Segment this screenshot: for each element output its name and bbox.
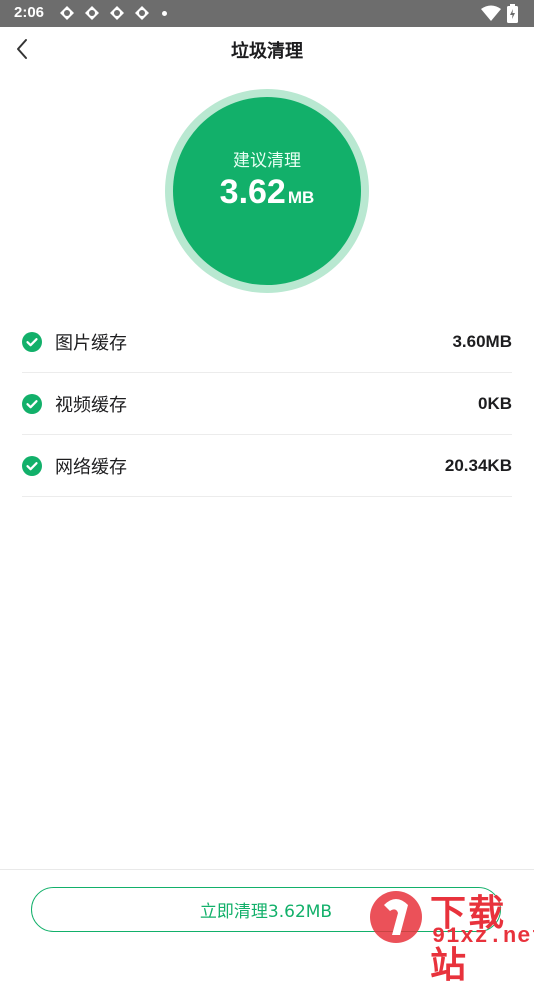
list-item[interactable]: 图片缓存 3.60MB xyxy=(22,311,512,373)
check-circle-icon[interactable] xyxy=(22,455,42,476)
list-item[interactable]: 视频缓存 0KB xyxy=(22,373,512,435)
summary-circle: 建议清理 3.62 MB xyxy=(173,97,361,285)
status-bar: 2:06 xyxy=(0,0,534,27)
more-notifications-dot xyxy=(162,11,167,16)
summary-ring: 建议清理 3.62 MB xyxy=(165,89,369,293)
item-size: 0KB xyxy=(477,393,512,413)
notification-icon xyxy=(85,6,99,20)
junk-amount-value: 3.62 xyxy=(219,173,286,211)
cache-list: 图片缓存 3.60MB 视频缓存 0KB 网络缓存 20.34KB xyxy=(22,311,512,497)
notification-icon xyxy=(60,6,74,20)
item-size: 20.34KB xyxy=(444,455,512,475)
check-circle-icon[interactable] xyxy=(22,331,42,352)
status-time: 2:06 xyxy=(14,4,45,21)
item-label: 视频缓存 xyxy=(55,394,127,416)
check-circle-icon[interactable] xyxy=(22,393,42,414)
item-size: 3.60MB xyxy=(452,331,512,351)
item-label: 图片缓存 xyxy=(55,332,127,354)
list-item[interactable]: 网络缓存 20.34KB xyxy=(22,435,512,497)
junk-amount: 3.62 MB xyxy=(173,173,361,212)
bottom-divider xyxy=(0,869,534,870)
item-label: 网络缓存 xyxy=(55,456,127,478)
notification-icon xyxy=(135,6,149,20)
battery-icon xyxy=(507,4,518,23)
app-header: 垃圾清理 xyxy=(0,27,534,71)
suggest-label: 建议清理 xyxy=(233,151,301,171)
watermark-url: 91xz.net xyxy=(432,924,534,949)
junk-amount-unit: MB xyxy=(287,188,315,207)
wifi-icon xyxy=(481,5,501,21)
page-title: 垃圾清理 xyxy=(231,41,303,62)
notification-icon xyxy=(110,6,124,20)
